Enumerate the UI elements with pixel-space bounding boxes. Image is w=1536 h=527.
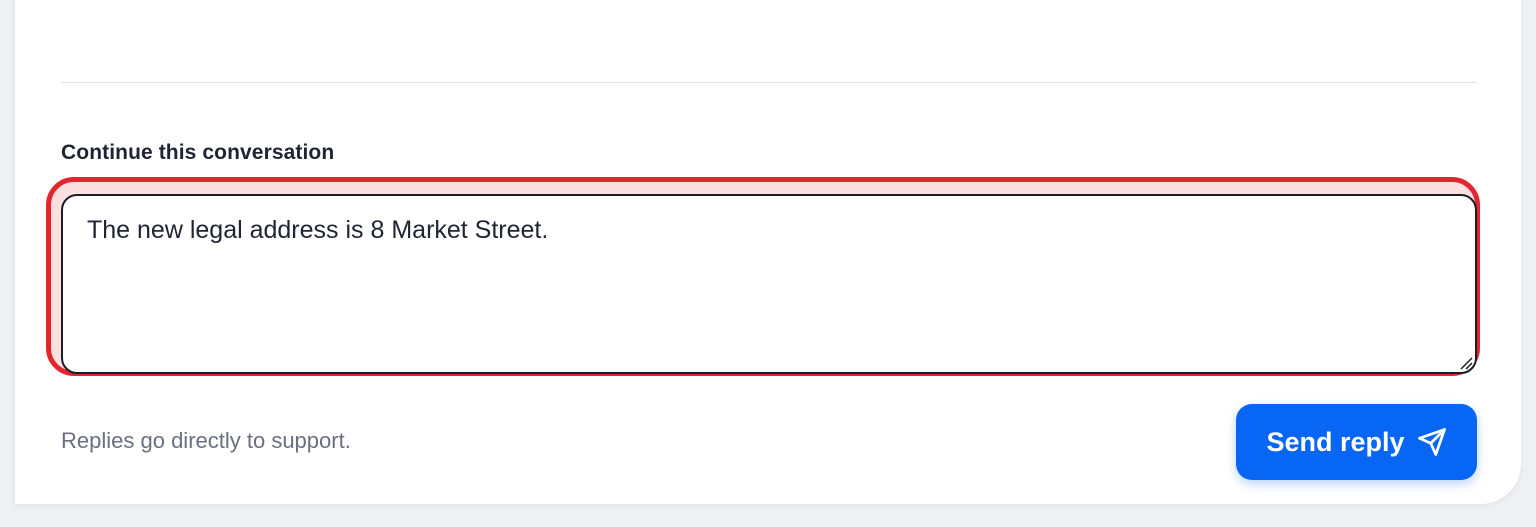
section-divider bbox=[61, 82, 1477, 83]
reply-helper-text: Replies go directly to support. bbox=[61, 428, 351, 453]
reply-textarea[interactable]: The new legal address is 8 Market Street… bbox=[61, 194, 1477, 374]
send-reply-label: Send reply bbox=[1266, 426, 1405, 457]
conversation-card: Continue this conversation The new legal… bbox=[14, 0, 1521, 504]
send-reply-button[interactable]: Send reply bbox=[1236, 404, 1477, 480]
reply-section-label: Continue this conversation bbox=[61, 141, 335, 164]
resize-handle-icon[interactable] bbox=[1459, 356, 1473, 370]
paper-plane-icon bbox=[1417, 428, 1446, 456]
